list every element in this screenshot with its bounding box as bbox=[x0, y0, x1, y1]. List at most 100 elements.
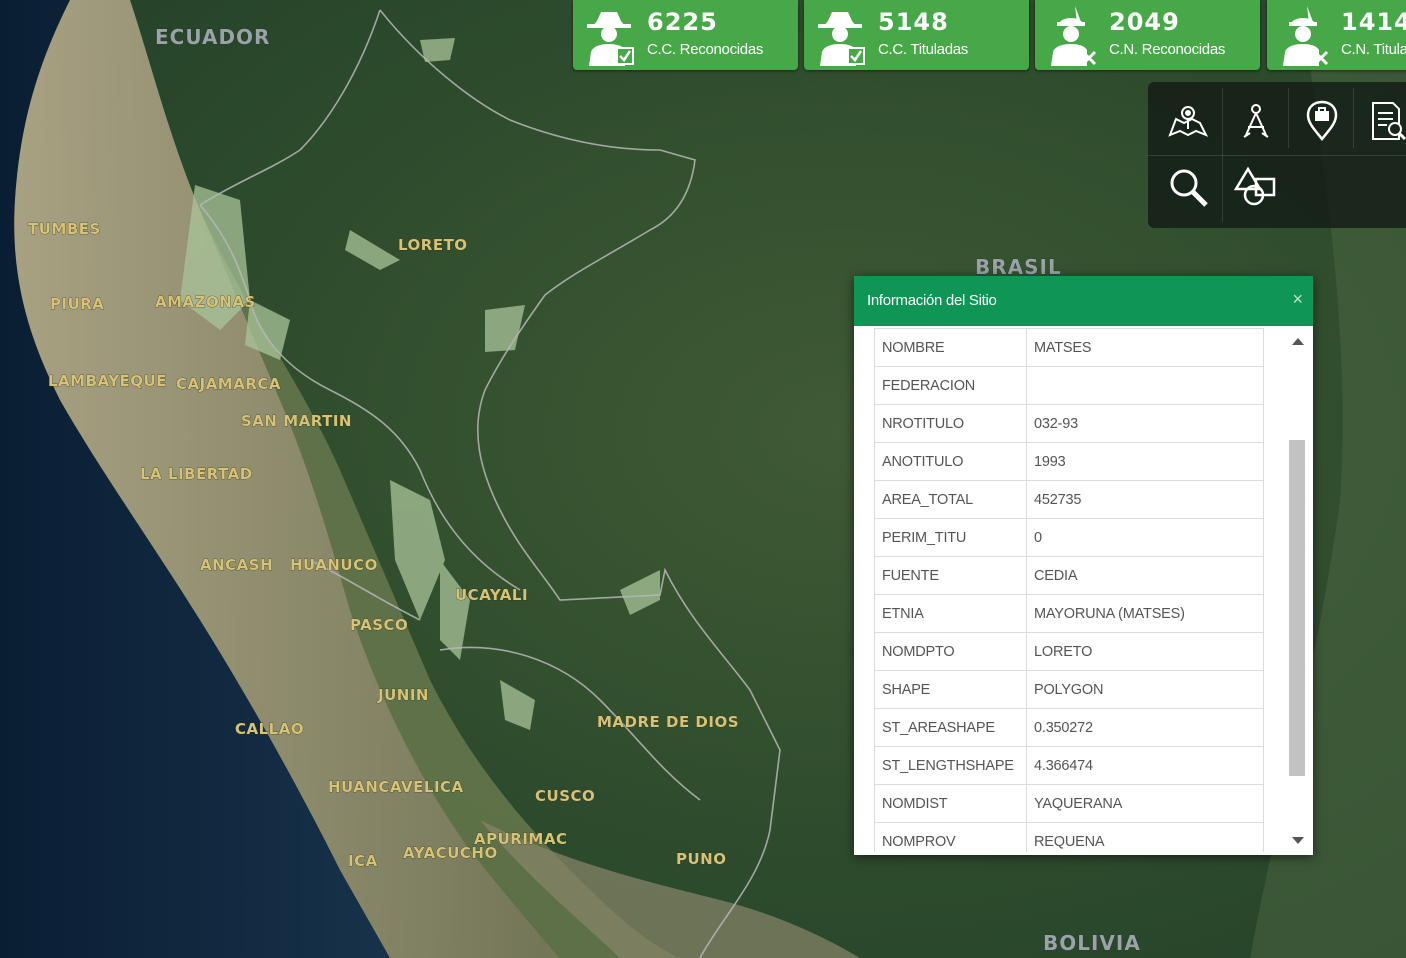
region-label-junin: JUNIN bbox=[377, 686, 429, 704]
attribute-key: ST_AREASHAPE bbox=[874, 708, 1027, 747]
attribute-value: 452735 bbox=[1026, 480, 1264, 519]
region-label-amazonas: AMAZONAS bbox=[155, 293, 256, 311]
attribute-key: NOMDPTO bbox=[874, 632, 1027, 671]
attribute-key: NROTITULO bbox=[874, 404, 1027, 443]
region-label-loreto: LORETO bbox=[398, 236, 468, 254]
map-layers-button[interactable] bbox=[1156, 90, 1220, 152]
popup-header: Información del Sitio × bbox=[854, 276, 1313, 326]
stat-card-cn-reconocidas[interactable]: 2049 C.N. Reconocidas bbox=[1035, 0, 1260, 70]
table-row: NROTITULO 032-93 bbox=[874, 404, 1264, 443]
region-label-ucayali: UCAYALI bbox=[455, 586, 528, 604]
location-button[interactable] bbox=[1290, 90, 1354, 152]
attribute-key: ETNIA bbox=[874, 594, 1027, 633]
region-label-ica: ICA bbox=[348, 852, 378, 870]
popup-scrollbar[interactable] bbox=[1286, 332, 1308, 854]
attribute-key: AREA_TOTAL bbox=[874, 480, 1027, 519]
attribute-value: REQUENA bbox=[1026, 822, 1264, 852]
table-row: NOMDPTO LORETO bbox=[874, 632, 1264, 671]
report-document-icon bbox=[1372, 102, 1406, 141]
region-label-callao: CALLAO bbox=[235, 720, 304, 738]
measure-button[interactable] bbox=[1224, 90, 1288, 152]
search-button[interactable] bbox=[1156, 156, 1220, 218]
attribute-table: NOMBRE MATSES FEDERACION NROTITULO 032-93 … bbox=[874, 328, 1264, 852]
location-pin-icon bbox=[1306, 100, 1338, 142]
region-label-ayacucho: AYACUCHO bbox=[403, 844, 498, 862]
close-icon[interactable]: × bbox=[1292, 289, 1303, 310]
stat-card-cn-tituladas[interactable]: 1414 C.N. Tituladas bbox=[1267, 0, 1406, 70]
region-label-puno: PUNO bbox=[676, 850, 726, 868]
region-label-tumbes: TUMBES bbox=[28, 220, 101, 238]
stat-label: C.C. Reconocidas bbox=[647, 41, 764, 58]
scroll-up-icon[interactable] bbox=[1292, 338, 1304, 345]
attribute-key: ANOTITULO bbox=[874, 442, 1027, 481]
region-label-cajamarca: CAJAMARCA bbox=[176, 375, 281, 393]
table-row: ANOTITULO 1993 bbox=[874, 442, 1264, 481]
table-row: NOMDIST YAQUERANA bbox=[874, 784, 1264, 823]
table-row: NOMBRE MATSES bbox=[874, 328, 1264, 367]
stat-card-cc-tituladas[interactable]: 5148 C.C. Tituladas bbox=[804, 0, 1029, 70]
attribute-key: PERIM_TITU bbox=[874, 518, 1027, 557]
stat-count: 6225 bbox=[647, 8, 718, 36]
stat-label: C.N. Tituladas bbox=[1341, 41, 1406, 58]
comunero-hat-check-icon bbox=[587, 12, 634, 66]
draw-shapes-icon bbox=[1234, 166, 1276, 206]
table-row: SHAPE POLYGON bbox=[874, 670, 1264, 709]
comunero-hat-check-icon bbox=[818, 12, 865, 66]
attribute-value: POLYGON bbox=[1026, 670, 1264, 709]
attribute-key: FUENTE bbox=[874, 556, 1027, 595]
attribute-value: 4.366474 bbox=[1026, 746, 1264, 785]
popup-title: Información del Sitio bbox=[867, 292, 997, 309]
region-label-huanuco: HUANUCO bbox=[290, 556, 378, 574]
stat-card-cc-reconocidas[interactable]: 6225 C.C. Reconocidas bbox=[573, 0, 798, 70]
stat-label: C.C. Tituladas bbox=[878, 41, 969, 58]
region-label-pasco: PASCO bbox=[350, 616, 408, 634]
scroll-thumb[interactable] bbox=[1289, 440, 1305, 776]
scroll-down-icon[interactable] bbox=[1292, 837, 1304, 844]
map-layers-icon bbox=[1168, 106, 1209, 137]
draw-shapes-button[interactable] bbox=[1224, 156, 1288, 218]
stat-count: 5148 bbox=[878, 8, 949, 36]
measure-compass-icon bbox=[1243, 104, 1269, 138]
native-feather-check-icon bbox=[1283, 6, 1329, 66]
table-row: AREA_TOTAL 452735 bbox=[874, 480, 1264, 519]
country-label-ecuador: ECUADOR bbox=[155, 25, 270, 49]
region-label-cusco: CUSCO bbox=[535, 787, 595, 805]
report-button[interactable] bbox=[1355, 90, 1406, 152]
attribute-value: MAYORUNA (MATSES) bbox=[1026, 594, 1264, 633]
attribute-value: CEDIA bbox=[1026, 556, 1264, 595]
attribute-value: 0.350272 bbox=[1026, 708, 1264, 747]
table-row: ST_LENGTHSHAPE 4.366474 bbox=[874, 746, 1264, 785]
attribute-key: NOMPROV bbox=[874, 822, 1027, 852]
stat-label: C.N. Reconocidas bbox=[1109, 41, 1226, 58]
attribute-table-container[interactable]: NOMBRE MATSES FEDERACION NROTITULO 032-93 … bbox=[874, 328, 1266, 852]
attribute-value: MATSES bbox=[1026, 328, 1264, 367]
attribute-value bbox=[1026, 366, 1264, 405]
attribute-key: ST_LENGTHSHAPE bbox=[874, 746, 1027, 785]
table-row: FEDERACION bbox=[874, 366, 1264, 405]
table-row: NOMPROV REQUENA bbox=[874, 822, 1264, 852]
country-label-bolivia: BOLIVIA bbox=[1043, 931, 1141, 955]
attribute-key: NOMBRE bbox=[874, 328, 1027, 367]
attribute-key: NOMDIST bbox=[874, 784, 1027, 823]
map-toolbar bbox=[1148, 82, 1406, 228]
table-row: PERIM_TITU 0 bbox=[874, 518, 1264, 557]
native-feather-check-icon bbox=[1051, 6, 1097, 66]
table-row: ETNIA MAYORUNA (MATSES) bbox=[874, 594, 1264, 633]
stat-count: 2049 bbox=[1109, 8, 1180, 36]
attribute-key: SHAPE bbox=[874, 670, 1027, 709]
attribute-value: 032-93 bbox=[1026, 404, 1264, 443]
attribute-value: LORETO bbox=[1026, 632, 1264, 671]
region-label-piura: PIURA bbox=[50, 295, 104, 313]
region-label-san-martin: SAN MARTIN bbox=[241, 412, 352, 430]
region-label-ancash: ANCASH bbox=[200, 556, 273, 574]
region-label-lambayeque: LAMBAYEQUE bbox=[48, 372, 167, 390]
attribute-value: 0 bbox=[1026, 518, 1264, 557]
attribute-key: FEDERACION bbox=[874, 366, 1027, 405]
attribute-value: YAQUERANA bbox=[1026, 784, 1264, 823]
attribute-value: 1993 bbox=[1026, 442, 1264, 481]
search-icon bbox=[1170, 169, 1208, 207]
region-label-huancavelica: HUANCAVELICA bbox=[328, 778, 464, 796]
table-row: ST_AREASHAPE 0.350272 bbox=[874, 708, 1264, 747]
stat-count: 1414 bbox=[1341, 8, 1406, 36]
table-row: FUENTE CEDIA bbox=[874, 556, 1264, 595]
